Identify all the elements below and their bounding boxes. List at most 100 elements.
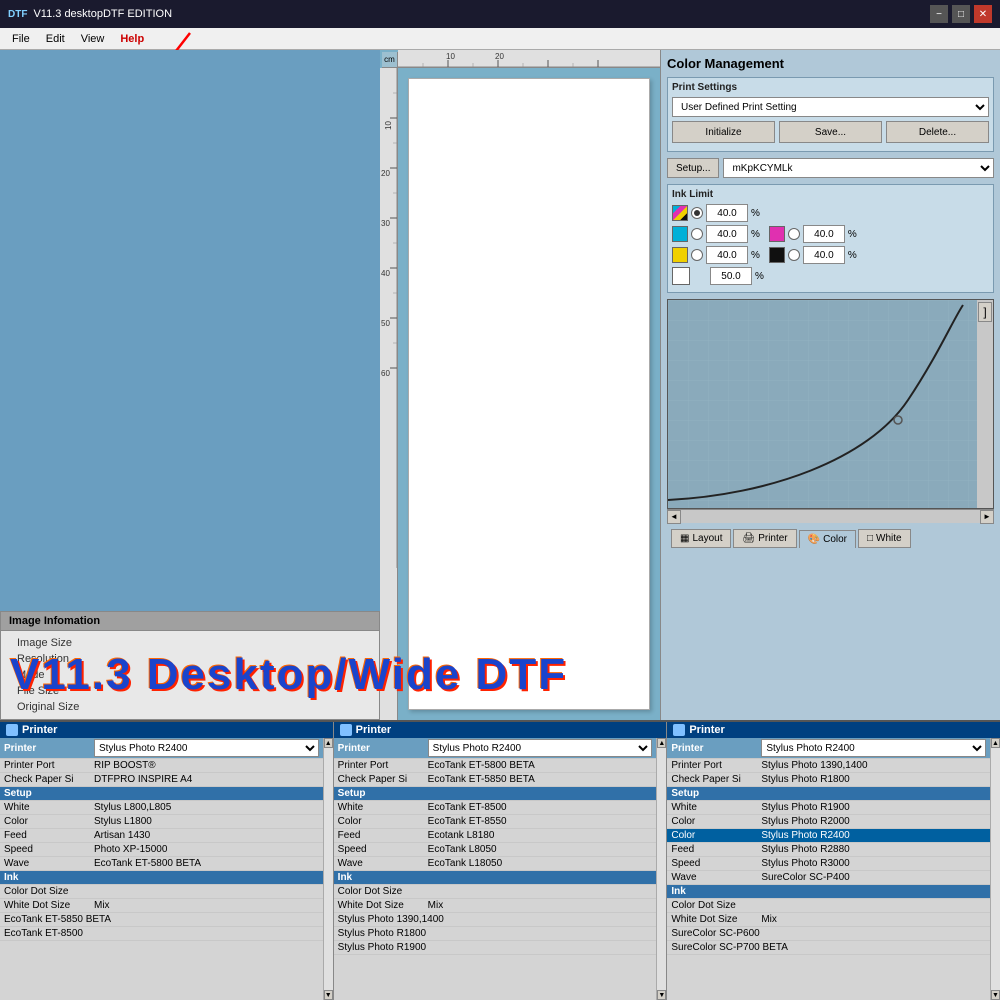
magenta-input[interactable]: 40.0	[803, 225, 845, 243]
tab-layout[interactable]: ▦ Layout	[671, 529, 731, 548]
info-mode: Mode	[1, 667, 379, 683]
printer-middle-dropdown[interactable]: Stylus Photo R2400	[428, 739, 653, 757]
bottom-section: Printer Printer Stylus Photo R2400 Print…	[0, 720, 1000, 1000]
panel-left-row-feed[interactable]: Feed Artisan 1430	[0, 829, 323, 843]
panel-left-row-color-dot[interactable]: Color Dot Size	[0, 885, 323, 899]
panel-right-icon	[673, 724, 685, 736]
cyan-input[interactable]: 40.0	[706, 225, 748, 243]
panel-middle-header: Printer	[334, 722, 667, 738]
curve-bracket-btn[interactable]: ]	[978, 302, 992, 322]
maximize-button[interactable]: □	[952, 5, 970, 23]
panel-left-header: Printer	[0, 722, 333, 738]
ink-channel-dropdown[interactable]: mKpKCYMLk	[723, 158, 994, 178]
menu-help[interactable]: Help	[112, 31, 152, 47]
panel-middle-extra-3[interactable]: Stylus Photo R1900	[334, 941, 657, 955]
delete-button[interactable]: Delete...	[886, 121, 989, 143]
scroll-down-middle[interactable]: ▼	[657, 990, 666, 1000]
printer-icon: 🖨	[742, 533, 755, 544]
panel-middle-row-white-dot[interactable]: White Dot Size Mix	[334, 899, 657, 913]
panel-middle-section-setup: Setup	[334, 787, 657, 801]
panel-left-row-speed[interactable]: Speed Photo XP-15000	[0, 843, 323, 857]
yellow-pct: %	[751, 250, 760, 261]
panel-middle-extra-1[interactable]: Stylus Photo 1390,1400	[334, 913, 657, 927]
ruler-horizontal: 10 20	[398, 50, 660, 68]
scroll-left-btn[interactable]: ◄	[667, 510, 681, 524]
panel-right-row-speed[interactable]: Speed Stylus Photo R3000	[667, 857, 990, 871]
black-pct: %	[848, 250, 857, 261]
info-resolution: Resolution	[1, 651, 379, 667]
menu-file[interactable]: File	[4, 31, 38, 47]
panel-middle-printer-row: Printer Stylus Photo R2400	[334, 738, 657, 759]
bottom-panel-right: Printer Printer Stylus Photo R2400 Print…	[667, 722, 1000, 1000]
panel-right-row-color-dot[interactable]: Color Dot Size	[667, 899, 990, 913]
setup-button[interactable]: Setup...	[667, 158, 719, 178]
ruler-unit-label: cm	[382, 52, 398, 68]
scroll-up-left[interactable]: ▲	[324, 738, 333, 748]
cyan-radio[interactable]	[691, 228, 703, 240]
panel-right-row-white[interactable]: White Stylus Photo R1900	[667, 801, 990, 815]
save-button[interactable]: Save...	[779, 121, 882, 143]
panel-middle-row-color-dot[interactable]: Color Dot Size	[334, 885, 657, 899]
panel-right-row-color-1[interactable]: Color Stylus Photo R2000	[667, 815, 990, 829]
panel-middle-row-color[interactable]: Color EcoTank ET-8550	[334, 815, 657, 829]
print-setting-dropdown[interactable]: User Defined Print Setting	[672, 97, 989, 117]
panel-left-row-white-dot[interactable]: White Dot Size Mix	[0, 899, 323, 913]
cmyk-swatch	[672, 205, 688, 221]
scroll-down-left[interactable]: ▼	[324, 990, 333, 1000]
panel-middle-row-feed[interactable]: Feed Ecotank L8180	[334, 829, 657, 843]
panel-left-row-white[interactable]: White Stylus L800,L805	[0, 801, 323, 815]
panel-left-row-color[interactable]: Color Stylus L1800	[0, 815, 323, 829]
panel-left-extra-1[interactable]: EcoTank ET-5850 BETA	[0, 913, 323, 927]
yellow-input[interactable]: 40.0	[706, 246, 748, 264]
white-swatch	[672, 267, 690, 285]
tab-white[interactable]: □ White	[858, 529, 911, 548]
svg-text:50: 50	[381, 319, 390, 328]
scroll-up-middle[interactable]: ▲	[657, 738, 666, 748]
menu-view[interactable]: View	[73, 31, 113, 47]
image-info-bar: Image Infomation Image Size Resolution M…	[0, 611, 380, 720]
panel-middle-row-1: Printer Port EcoTank ET-5800 BETA	[334, 759, 657, 773]
panel-middle-row-wave[interactable]: Wave EcoTank L18050	[334, 857, 657, 871]
cmyk-input[interactable]: 40.0	[706, 204, 748, 222]
panel-left-printer-row: Printer Stylus Photo R2400	[0, 738, 323, 759]
minimize-button[interactable]: −	[930, 5, 948, 23]
tab-printer[interactable]: 🖨 Printer	[733, 529, 796, 548]
panel-left-extra-2[interactable]: EcoTank ET-8500	[0, 927, 323, 941]
panel-right-extra-2[interactable]: SureColor SC-P700 BETA	[667, 941, 990, 955]
panel-right-extra-1[interactable]: SureColor SC-P600	[667, 927, 990, 941]
panel-right-row-white-dot[interactable]: White Dot Size Mix	[667, 913, 990, 927]
panel-right-row-color-selected[interactable]: Color Stylus Photo R2400	[667, 829, 990, 843]
cmyk-radio[interactable]	[691, 207, 703, 219]
scroll-right-btn[interactable]: ►	[980, 510, 994, 524]
white-icon: □	[867, 533, 873, 544]
panel-left-row-1: Printer Port RIP BOOST®	[0, 759, 323, 773]
close-button[interactable]: ✕	[974, 5, 992, 23]
panel-right-row-feed[interactable]: Feed Stylus Photo R2880	[667, 843, 990, 857]
printer-right-dropdown[interactable]: Stylus Photo R2400	[761, 739, 986, 757]
black-input[interactable]: 40.0	[803, 246, 845, 264]
image-info-title: Image Infomation	[1, 612, 379, 631]
magenta-radio[interactable]	[788, 228, 800, 240]
yellow-radio[interactable]	[691, 249, 703, 261]
panel-left-row-wave[interactable]: Wave EcoTank ET-5800 BETA	[0, 857, 323, 871]
scroll-down-right[interactable]: ▼	[991, 990, 1000, 1000]
printer-left-dropdown[interactable]: Stylus Photo R2400	[94, 739, 319, 757]
panel-right-row-wave[interactable]: Wave SureColor SC-P400	[667, 871, 990, 885]
panel-middle-body: Printer Stylus Photo R2400 Printer Port …	[334, 738, 657, 1000]
white-input[interactable]: 50.0	[710, 267, 752, 285]
panel-middle-row-speed[interactable]: Speed EcoTank L8050	[334, 843, 657, 857]
bottom-panel-left: Printer Printer Stylus Photo R2400 Print…	[0, 722, 334, 1000]
initialize-button[interactable]: Initialize	[672, 121, 775, 143]
menu-edit[interactable]: Edit	[38, 31, 73, 47]
panel-right-section-setup: Setup	[667, 787, 990, 801]
color-panel-title: Color Management	[667, 56, 994, 71]
svg-text:10: 10	[446, 52, 455, 61]
tab-color[interactable]: 🎨 Color	[799, 530, 856, 548]
panel-middle-row-white[interactable]: White EcoTank ET-8500	[334, 801, 657, 815]
info-image-size: Image Size	[1, 635, 379, 651]
black-swatch	[769, 247, 785, 263]
panel-middle-extra-2[interactable]: Stylus Photo R1800	[334, 927, 657, 941]
panel-right-section-ink: Ink	[667, 885, 990, 899]
black-radio[interactable]	[788, 249, 800, 261]
scroll-up-right[interactable]: ▲	[991, 738, 1000, 748]
